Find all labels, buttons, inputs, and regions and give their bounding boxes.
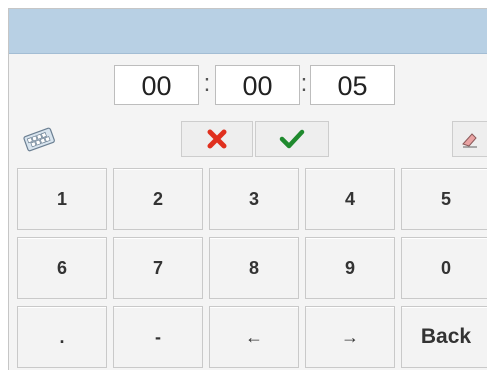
key-9[interactable]: 9 <box>305 237 395 299</box>
confirm-button[interactable] <box>255 121 329 157</box>
hours-field[interactable]: 00 <box>114 65 199 105</box>
minutes-field[interactable]: 00 <box>215 65 300 105</box>
red-x-icon <box>207 129 227 149</box>
keyboard-icon <box>23 127 55 152</box>
time-separator: : <box>203 70 211 97</box>
back-button[interactable]: Back <box>401 306 487 368</box>
key-3[interactable]: 3 <box>209 168 299 230</box>
key-1[interactable]: 1 <box>17 168 107 230</box>
key-7[interactable]: 7 <box>113 237 203 299</box>
title-bar <box>9 9 487 54</box>
key-decimal[interactable]: . <box>17 306 107 368</box>
key-0[interactable]: 0 <box>401 237 487 299</box>
key-6[interactable]: 6 <box>17 237 107 299</box>
timer-keypad-dialog: 00 : 00 : 05 1 2 3 4 5 6 7 8 9 0 . - ← →… <box>8 8 487 370</box>
cancel-button[interactable] <box>181 121 253 157</box>
key-minus[interactable]: - <box>113 306 203 368</box>
key-left-arrow[interactable]: ← <box>209 306 299 368</box>
time-separator: : <box>300 70 308 97</box>
key-right-arrow[interactable]: → <box>305 306 395 368</box>
keyboard-button[interactable] <box>21 121 57 157</box>
key-4[interactable]: 4 <box>305 168 395 230</box>
key-5[interactable]: 5 <box>401 168 487 230</box>
green-check-icon <box>279 129 305 149</box>
seconds-field[interactable]: 05 <box>310 65 395 105</box>
key-8[interactable]: 8 <box>209 237 299 299</box>
clear-button[interactable] <box>452 121 487 157</box>
key-2[interactable]: 2 <box>113 168 203 230</box>
eraser-icon <box>462 133 477 148</box>
